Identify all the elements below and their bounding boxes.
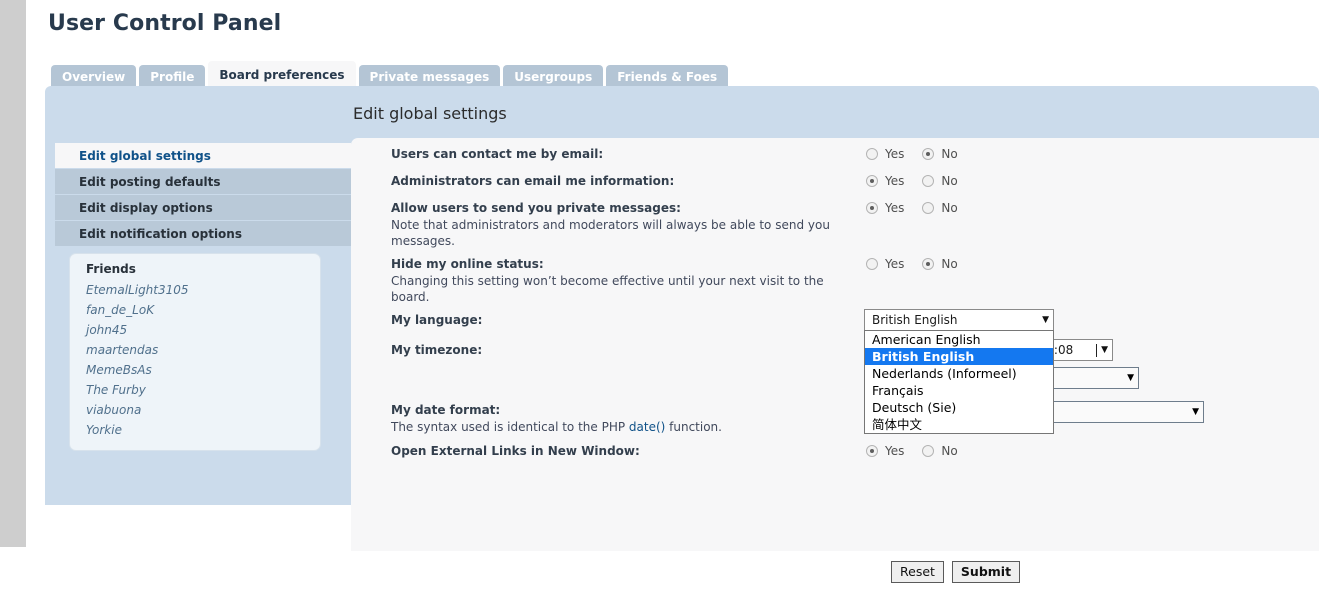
radio-contact-email-yes-label: Yes — [885, 147, 905, 161]
page-body: User Control Panel Overview Profile Boar… — [26, 0, 1319, 583]
friend-list-item[interactable]: viabuona — [70, 400, 320, 420]
radio-external-links-yes-label: Yes — [885, 444, 905, 458]
radio-allow-pm-no[interactable] — [922, 202, 935, 214]
sidebar-item-edit-notification-options[interactable]: Edit notification options — [55, 221, 351, 247]
friend-list-item[interactable]: EtemalLight3105 — [70, 280, 320, 300]
language-option-nederlands-informeel[interactable]: Nederlands (Informeel) — [865, 365, 1053, 382]
radio-hide-online-yes[interactable] — [866, 258, 878, 270]
sidebar-item-edit-notification-options-label: Edit notification options — [79, 227, 242, 241]
tab-private-messages-label: Private messages — [369, 70, 490, 84]
radiogroup-admin-email: Yes No — [866, 174, 969, 188]
form-footer: Reset Submit — [351, 551, 1319, 591]
radio-external-links-no[interactable] — [922, 445, 935, 457]
language-select-value: British English — [872, 313, 958, 327]
tab-overview-label: Overview — [62, 70, 126, 84]
sidebar-nav-list: Edit global settings Edit posting defaul… — [55, 143, 351, 247]
hint-date-format: The syntax used is identical to the PHP … — [391, 419, 911, 435]
ucp-panel: Edit global settings Edit global setting… — [45, 86, 1319, 583]
language-option-deutsch-sie[interactable]: Deutsch (Sie) — [865, 399, 1053, 416]
chevron-down-icon: ▼ — [1192, 407, 1199, 417]
radio-hide-online-yes-label: Yes — [885, 257, 905, 271]
sidebar-item-edit-display-options-label: Edit display options — [79, 201, 213, 215]
form-action-buttons: Reset Submit — [891, 561, 1021, 583]
radio-admin-email-yes[interactable] — [866, 175, 878, 187]
friends-panel-title: Friends — [86, 262, 136, 276]
sidebar-item-edit-posting-defaults[interactable]: Edit posting defaults — [55, 169, 351, 195]
friends-panel: Friends EtemalLight3105 fan_de_LoK john4… — [69, 253, 321, 451]
language-dropdown-list[interactable]: American English British English Nederla… — [864, 330, 1054, 434]
radio-external-links-yes[interactable] — [866, 445, 878, 457]
chevron-down-icon: ▼ — [1101, 345, 1108, 355]
radio-admin-email-no[interactable] — [922, 175, 935, 187]
sidebar-item-edit-posting-defaults-label: Edit posting defaults — [79, 175, 221, 189]
tab-board-preferences-label: Board preferences — [219, 68, 345, 82]
label-my-date-format: My date format: — [391, 403, 501, 417]
hint-date-format-pre: The syntax used is identical to the PHP — [391, 420, 629, 434]
language-option-american-english[interactable]: American English — [865, 331, 1053, 348]
label-hide-online: Hide my online status: — [391, 257, 544, 271]
radio-external-links-no-label: No — [941, 444, 958, 458]
language-option-british-english[interactable]: British English — [865, 348, 1053, 365]
friend-list-item[interactable]: Yorkie — [70, 420, 320, 440]
radiogroup-hide-online: Yes No — [866, 257, 969, 271]
radio-hide-online-no-label: No — [941, 257, 958, 271]
language-option-simplified-chinese[interactable]: 简体中文 — [865, 416, 1053, 433]
chevron-down-icon: ▼ — [1042, 315, 1049, 325]
friend-list-item[interactable]: john45 — [70, 320, 320, 340]
panel-heading: Edit global settings — [353, 104, 507, 123]
tab-profile-label: Profile — [150, 70, 195, 84]
friend-list-item[interactable]: The Furby — [70, 380, 320, 400]
hint-allow-pm: Note that administrators and moderators … — [391, 218, 830, 248]
php-date-function-link[interactable]: date() — [629, 420, 665, 434]
label-my-language: My language: — [391, 313, 483, 327]
label-external-links: Open External Links in New Window: — [391, 444, 640, 458]
chevron-down-icon: ▼ — [1127, 373, 1134, 383]
radio-admin-email-yes-label: Yes — [885, 174, 905, 188]
language-option-francais[interactable]: Français — [865, 382, 1053, 399]
tab-friends-and-foes-label: Friends & Foes — [617, 70, 718, 84]
sidebar-item-edit-display-options[interactable]: Edit display options — [55, 195, 351, 221]
radio-contact-email-no-label: No — [941, 147, 958, 161]
radio-hide-online-no[interactable] — [922, 258, 935, 270]
radio-contact-email-yes[interactable] — [866, 148, 878, 160]
friend-list-item[interactable]: maartendas — [70, 340, 320, 360]
radio-admin-email-no-label: No — [941, 174, 958, 188]
tab-usergroups-label: Usergroups — [514, 70, 593, 84]
friend-list-item[interactable]: fan_de_LoK — [70, 300, 320, 320]
left-page-gutter — [0, 0, 26, 547]
label-my-timezone: My timezone: — [391, 343, 483, 357]
radio-allow-pm-yes-label: Yes — [885, 201, 905, 215]
sidebar-item-edit-global-settings[interactable]: Edit global settings — [55, 143, 351, 169]
page-title: User Control Panel — [48, 11, 282, 36]
friend-list-item[interactable]: MemeBsAs — [70, 360, 320, 380]
timezone-region-select[interactable]: ▼ — [1045, 367, 1139, 389]
language-select[interactable]: British English ▼ — [864, 309, 1054, 331]
radio-allow-pm-no-label: No — [941, 201, 958, 215]
label-allow-pm: Allow users to send you private messages… — [391, 201, 681, 215]
hint-date-format-post: function. — [665, 420, 722, 434]
label-admin-email: Administrators can email me information: — [391, 174, 675, 188]
sidebar-item-edit-global-settings-label: Edit global settings — [79, 149, 211, 163]
radiogroup-contact-email: Yes No — [866, 147, 969, 161]
hint-hide-online: Changing this setting won’t become effec… — [391, 274, 824, 304]
settings-form: Users can contact me by email: Yes No Ad… — [351, 138, 1319, 551]
radio-allow-pm-yes[interactable] — [866, 202, 878, 214]
label-contact-email: Users can contact me by email: — [391, 147, 604, 161]
radiogroup-allow-pm: Yes No — [866, 201, 969, 215]
radiogroup-external-links: Yes No — [866, 444, 969, 458]
reset-button[interactable]: Reset — [891, 561, 944, 583]
radio-contact-email-no[interactable] — [922, 148, 935, 160]
submit-button[interactable]: Submit — [951, 561, 1021, 583]
date-format-select[interactable]: ▼ — [1045, 401, 1204, 423]
ucp-sidebar: Edit global settings Edit posting defaul… — [55, 86, 351, 505]
